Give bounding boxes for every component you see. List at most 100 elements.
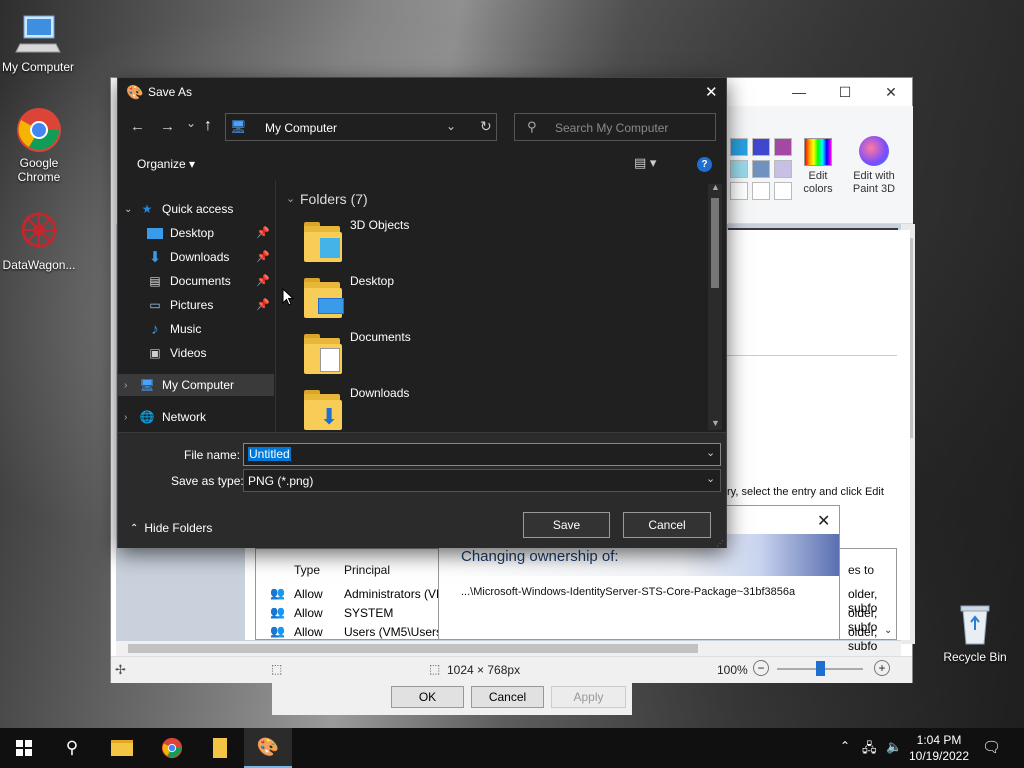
clock[interactable]: 1:04 PM 10/19/2022 xyxy=(906,732,972,764)
folder-item-downloads[interactable]: ⬇ Downloads xyxy=(304,384,704,438)
chevron-right-icon[interactable]: › xyxy=(124,412,138,423)
address-bar[interactable]: 🖥 My Computer ⌄ ↻ xyxy=(225,113,497,141)
tree-item-my-computer[interactable]: › 🖥 My Computer xyxy=(118,374,274,396)
column-header-type[interactable]: Type xyxy=(294,563,320,577)
save-type-value: PNG (*.png) xyxy=(248,474,314,488)
chevron-down-icon[interactable]: ⌄ xyxy=(706,472,715,485)
color-swatch[interactable] xyxy=(774,182,792,200)
desktop-icon-datawagon[interactable]: DataWagon... xyxy=(1,208,77,272)
folder-name: Desktop xyxy=(350,274,395,288)
group-header[interactable]: Folders (7) xyxy=(300,191,368,207)
zoom-in-button[interactable]: + xyxy=(874,660,890,676)
ownership-path: ...\Microsoft-Windows-IdentityServer-STS… xyxy=(461,586,796,598)
start-button[interactable] xyxy=(0,728,48,768)
tree-item-pictures[interactable]: ▭ Pictures 📌 xyxy=(118,294,274,316)
folder-icon xyxy=(111,740,133,756)
refresh-button[interactable]: ↻ xyxy=(480,118,492,135)
scrollbar-thumb[interactable] xyxy=(711,198,719,288)
tree-item-downloads[interactable]: ⬇ Downloads 📌 xyxy=(118,246,274,268)
save-type-select[interactable]: PNG (*.png) ⌄ xyxy=(243,469,721,492)
ok-button[interactable]: OK xyxy=(391,686,464,708)
color-swatch[interactable] xyxy=(752,182,770,200)
file-name-input[interactable]: Untitled ⌄ xyxy=(243,443,721,466)
chevron-right-icon[interactable]: › xyxy=(124,380,138,391)
scroll-down-icon[interactable]: ▼ xyxy=(711,418,720,428)
desktop-icon-label: My Computer xyxy=(1,60,75,74)
maximize-button[interactable]: ☐ xyxy=(822,78,868,106)
volume-icon[interactable]: 🔈 xyxy=(886,739,902,755)
network-icon[interactable]: 🖧 xyxy=(862,739,877,761)
color-swatch[interactable] xyxy=(730,138,748,156)
vertical-scrollbar[interactable]: ▲ ▼ xyxy=(708,182,722,430)
search-input[interactable]: ⚲ Search My Computer xyxy=(514,113,716,141)
zoom-out-button[interactable]: − xyxy=(753,660,769,676)
help-icon[interactable]: ? xyxy=(697,157,712,172)
save-button[interactable]: Save xyxy=(523,512,610,538)
tree-item-quick-access[interactable]: ⌄ ★ Quick access xyxy=(118,198,274,220)
horizontal-scrollbar[interactable] xyxy=(116,641,901,656)
close-icon[interactable]: ✕ xyxy=(817,511,830,531)
tree-item-label: Quick access xyxy=(162,202,234,216)
minimize-button[interactable]: — xyxy=(776,78,822,106)
recent-locations-button[interactable]: ⌄ xyxy=(186,116,196,130)
tree-item-desktop[interactable]: Desktop 📌 xyxy=(118,222,274,244)
tree-item-music[interactable]: ♪ Music xyxy=(118,318,274,340)
desktop-icon-label: DataWagon... xyxy=(2,258,76,272)
desktop-icon-my-computer[interactable]: My Computer xyxy=(0,10,76,74)
organize-button[interactable]: Organize ▾ xyxy=(137,157,195,171)
hide-folders-button[interactable]: ⌃ Hide Folders xyxy=(130,521,212,535)
tree-item-videos[interactable]: ▣ Videos xyxy=(118,342,274,364)
resize-grip[interactable]: ⋰ xyxy=(716,539,724,548)
taskbar-notes[interactable] xyxy=(196,728,244,768)
close-button[interactable]: ✕ xyxy=(705,83,718,101)
taskbar-paint[interactable]: 🎨 xyxy=(244,728,292,768)
scrollbar-thumb[interactable] xyxy=(128,644,698,653)
column-header-principal[interactable]: Principal xyxy=(344,563,390,577)
column-header-applies-to[interactable]: es to xyxy=(848,563,874,577)
title-bar[interactable]: 🎨 Save As ✕ xyxy=(118,78,726,106)
navigation-pane: ⌄ ★ Quick access Desktop 📌 ⬇ Downloads 📌… xyxy=(118,180,276,432)
chevron-down-icon[interactable]: ⌄ xyxy=(706,446,715,459)
notifications-icon[interactable]: 🗨 xyxy=(982,738,1001,756)
chevron-down-icon[interactable]: ⌄ xyxy=(286,192,295,205)
edit-with-paint3d-button[interactable]: Edit with Paint 3D xyxy=(844,136,904,212)
color-swatch[interactable] xyxy=(774,138,792,156)
chevron-down-icon[interactable]: ⌄ xyxy=(124,204,138,215)
chevron-up-icon[interactable]: ⌃ xyxy=(840,739,850,753)
forward-button[interactable]: → xyxy=(160,118,175,135)
color-swatch[interactable] xyxy=(752,138,770,156)
close-button[interactable]: ✕ xyxy=(868,78,914,106)
desktop-icon-recycle-bin[interactable]: Recycle Bin xyxy=(937,600,1013,664)
zoom-slider-thumb[interactable] xyxy=(816,661,825,676)
cancel-button[interactable]: Cancel xyxy=(471,686,544,708)
scroll-up-icon[interactable]: ▲ xyxy=(711,182,720,192)
address-text: My Computer xyxy=(265,121,338,135)
tree-item-network[interactable]: › 🌐 Network xyxy=(118,406,274,428)
taskbar-file-explorer[interactable] xyxy=(98,728,146,768)
apply-button[interactable]: Apply xyxy=(551,686,626,708)
folder-item-documents[interactable]: Documents xyxy=(304,328,704,382)
taskbar-chrome[interactable] xyxy=(148,728,196,768)
cancel-button[interactable]: Cancel xyxy=(623,512,711,538)
tree-item-documents[interactable]: ▤ Documents 📌 xyxy=(118,270,274,292)
search-button[interactable]: ⚲ xyxy=(48,728,96,768)
scroll-down-icon[interactable]: ⌄ xyxy=(884,625,892,636)
folder-item-3d-objects[interactable]: 3D Objects xyxy=(304,216,704,270)
3d-cube-icon xyxy=(320,238,340,258)
back-button[interactable]: ← xyxy=(130,118,145,135)
computer-icon xyxy=(14,10,62,58)
view-options-icon[interactable]: ▤ ▾ xyxy=(634,155,656,171)
color-swatch[interactable] xyxy=(730,160,748,178)
folder-item-desktop[interactable]: Desktop xyxy=(304,272,704,326)
up-button[interactable]: ↑ xyxy=(204,117,212,135)
color-swatch[interactable] xyxy=(774,160,792,178)
chevron-down-icon[interactable]: ⌄ xyxy=(446,119,456,133)
file-name-value: Untitled xyxy=(248,447,291,461)
color-swatch[interactable] xyxy=(752,160,770,178)
pictures-icon: ▭ xyxy=(149,298,161,312)
chrome-icon xyxy=(161,737,183,759)
edit-colors-button[interactable]: Edit colors xyxy=(798,138,838,210)
color-swatch[interactable] xyxy=(730,182,748,200)
desktop-icon-chrome[interactable]: Google Chrome xyxy=(1,106,77,184)
notes-icon xyxy=(213,738,227,758)
